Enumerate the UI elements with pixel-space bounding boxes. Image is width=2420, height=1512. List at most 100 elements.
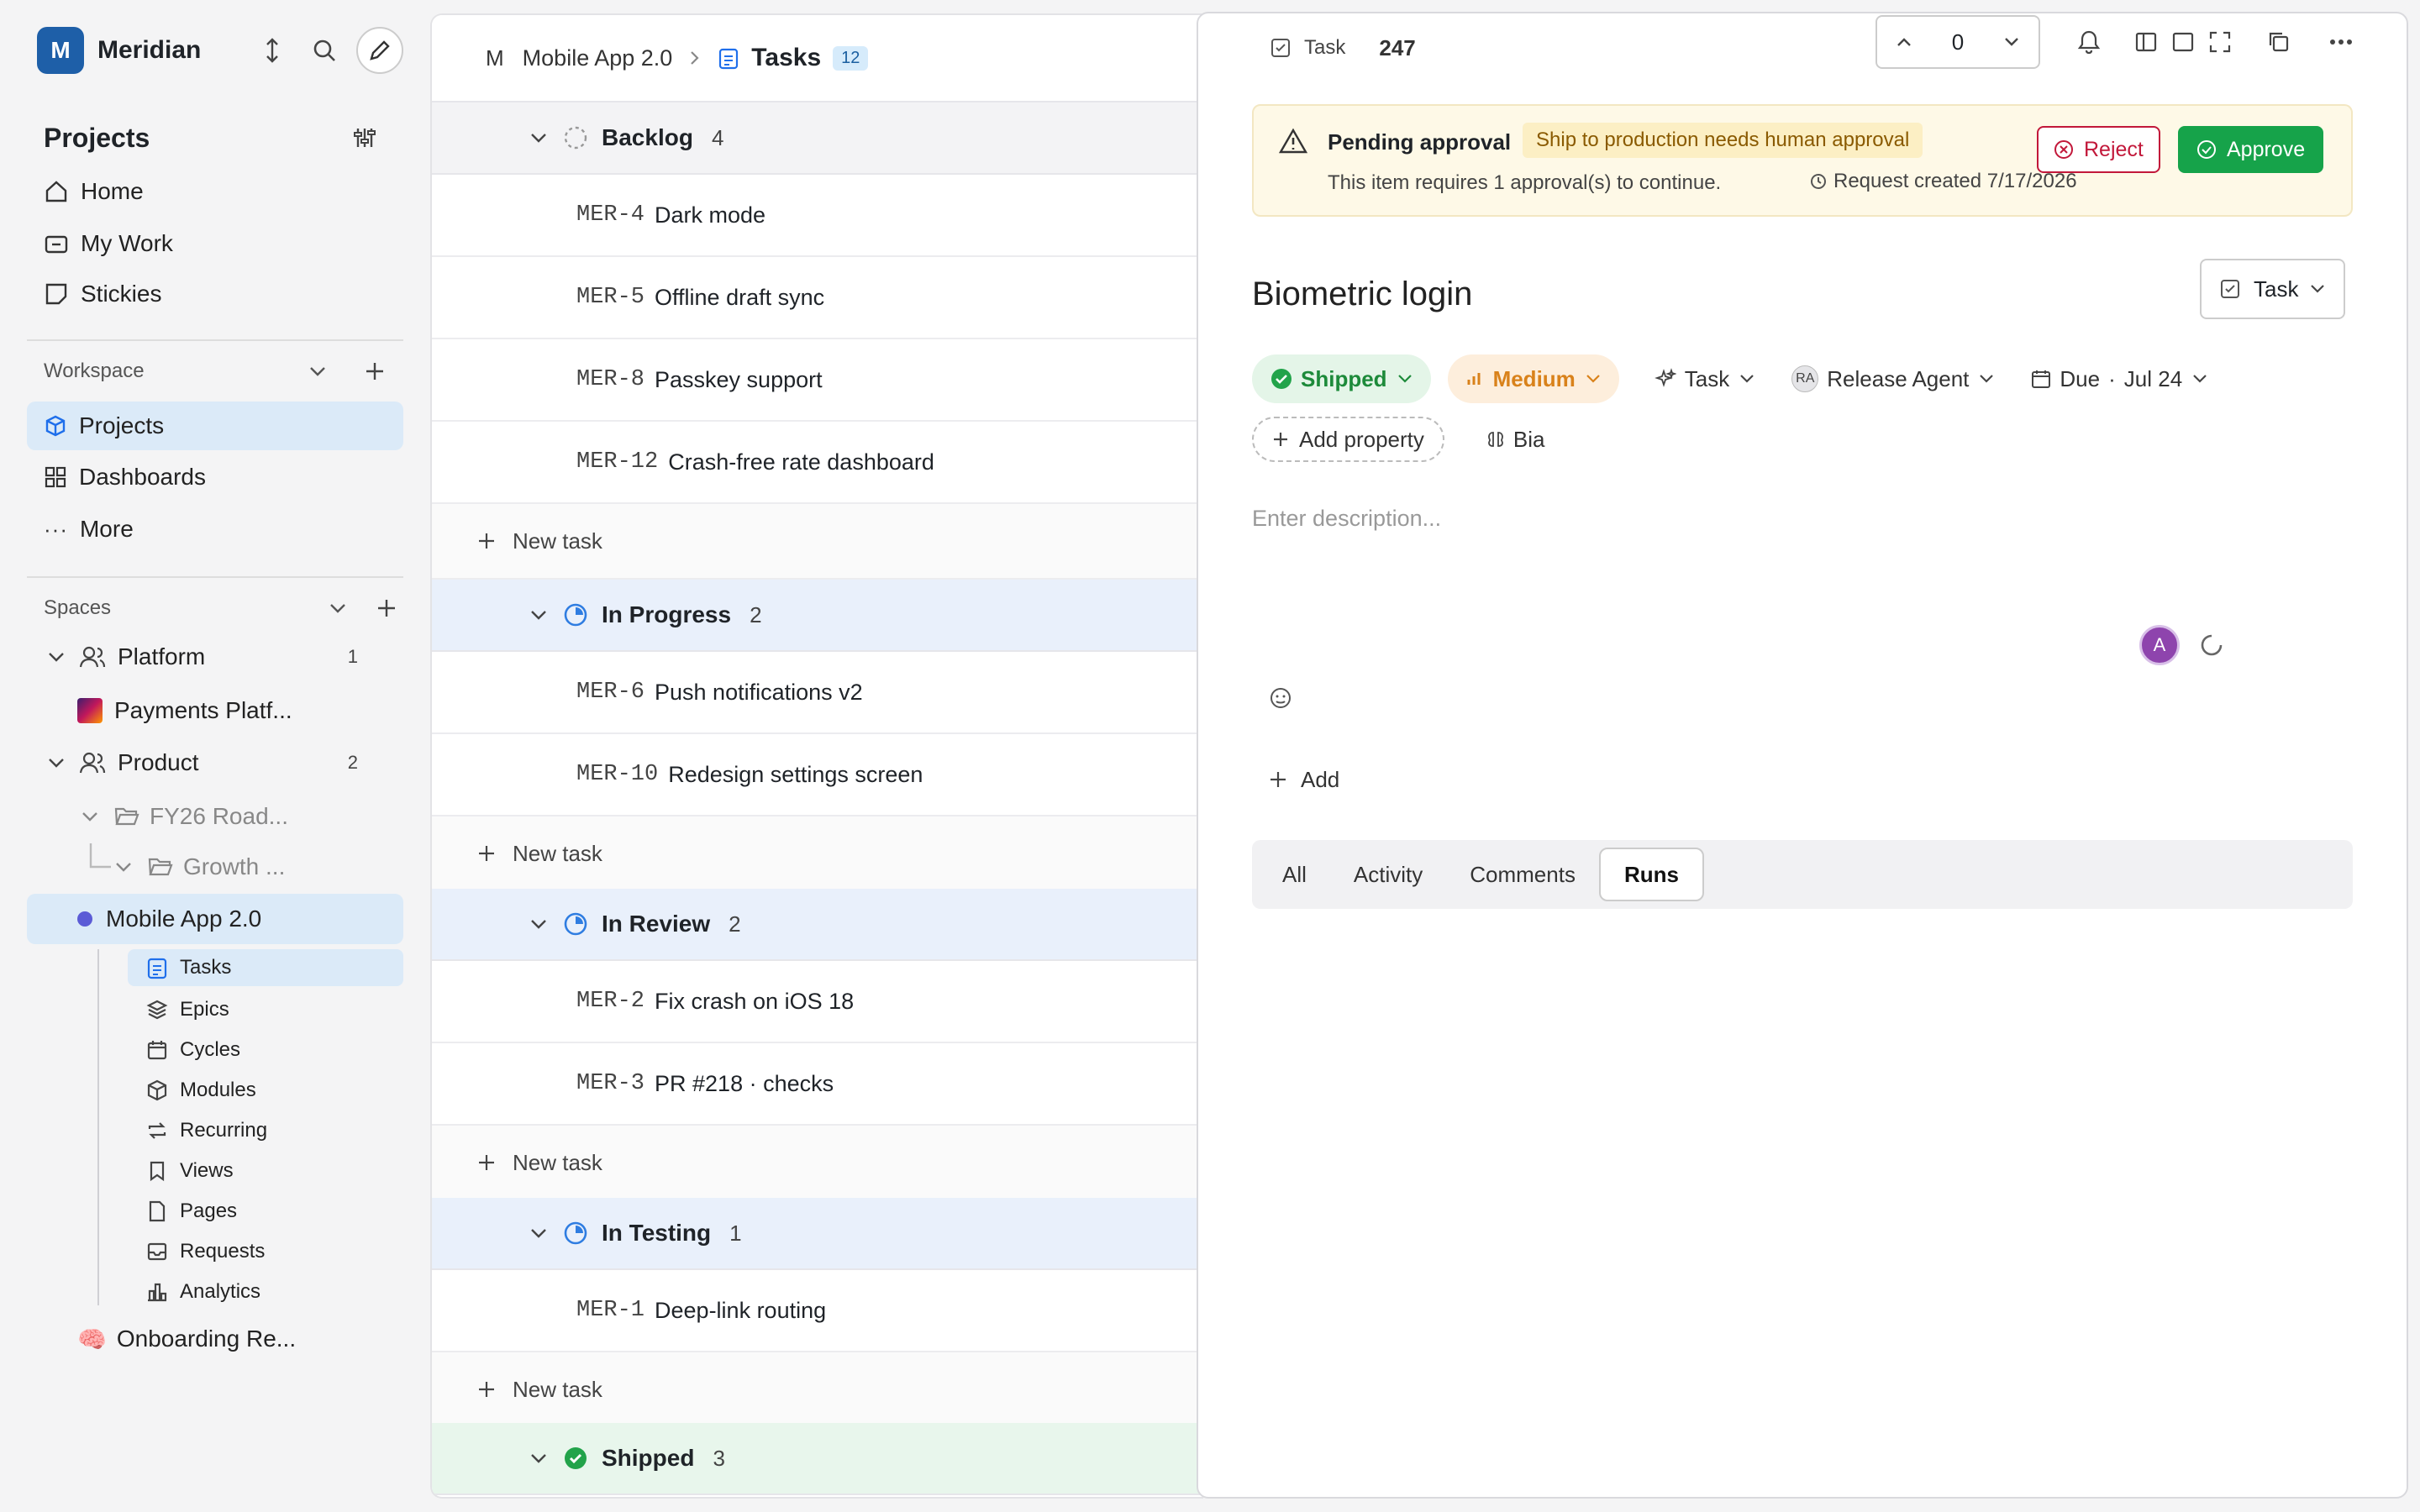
task-type-dropdown[interactable]: Task	[2200, 259, 2346, 319]
chevron-down-icon[interactable]	[326, 596, 350, 620]
add-button[interactable]: Add	[1269, 761, 1339, 798]
project-item-cycles[interactable]: Cycles	[146, 1033, 240, 1067]
chevron-down-icon[interactable]	[306, 360, 329, 383]
compose-button[interactable]	[356, 27, 403, 74]
task-id: MER-5	[576, 285, 645, 310]
more-horizontal-icon[interactable]	[2328, 29, 2354, 55]
tab-activity[interactable]: Activity	[1330, 848, 1446, 901]
backlog-status-icon	[564, 126, 587, 150]
task-row[interactable]: MER-8 Passkey support	[432, 339, 1203, 422]
workspace-item-dashboards[interactable]: Dashboards	[44, 460, 206, 494]
bell-icon[interactable]	[2075, 29, 2102, 55]
due-date-chip[interactable]: Due · Jul 24	[2012, 354, 2226, 403]
add-space-icon[interactable]	[375, 596, 398, 620]
package-icon	[147, 1079, 167, 1101]
project-item-views[interactable]: Views	[146, 1154, 234, 1188]
new-task-button[interactable]: New task	[432, 816, 1203, 892]
chevron-down-icon[interactable]	[2003, 36, 2020, 48]
nav-home-label: Home	[81, 178, 144, 204]
project-item-recurring[interactable]: Recurring	[146, 1114, 267, 1147]
status-chip[interactable]: Shipped	[1252, 354, 1431, 403]
due-label: Due	[2060, 365, 2101, 391]
briefcase-icon	[45, 235, 68, 254]
description-input[interactable]: Enter description...	[1252, 506, 1441, 532]
copy-icon[interactable]	[2265, 29, 2292, 55]
task-row[interactable]: MER-4 Dark mode	[432, 175, 1203, 257]
add-label: Add	[1301, 766, 1340, 792]
warning-triangle-icon	[1279, 128, 1307, 154]
filter-sliders-icon[interactable]	[350, 123, 380, 153]
group-header-in-review[interactable]: In Review 2	[432, 889, 1203, 961]
task-row[interactable]: MER-1 Deep-link routing	[432, 1270, 1203, 1352]
reject-button[interactable]: Reject	[2037, 126, 2160, 173]
task-title: Passkey support	[655, 366, 823, 392]
project-item-modules[interactable]: Modules	[146, 1074, 256, 1107]
group-header-in-testing[interactable]: In Testing 1	[432, 1198, 1203, 1270]
folder-growth[interactable]: Growth ...	[114, 850, 285, 884]
task-row[interactable]: MER-10 Redesign settings screen	[432, 734, 1203, 816]
chevron-up-icon[interactable]	[1896, 36, 1912, 48]
group-header-shipped[interactable]: Shipped 3	[432, 1423, 1203, 1495]
group-header-in-progress[interactable]: In Progress 2	[432, 580, 1203, 652]
new-task-button[interactable]: New task	[432, 504, 1203, 580]
sidebar: M Meridian Projects Home My Work Stickie…	[0, 0, 430, 1512]
tab-runs[interactable]: Runs	[1598, 848, 1704, 901]
task-title-heading[interactable]: Biometric login	[1252, 276, 1472, 313]
window-layout-icon[interactable]	[2170, 29, 2196, 55]
group-header-backlog[interactable]: Backlog 4	[432, 102, 1203, 175]
sort-arrows-icon[interactable]	[257, 35, 287, 66]
space-platform[interactable]: Platform 1	[47, 640, 358, 674]
collaborator-avatar[interactable]: A	[2139, 625, 2180, 665]
breadcrumb-project[interactable]: Mobile App 2.0	[523, 45, 673, 71]
page-icon	[149, 1200, 166, 1222]
space-payments-platform[interactable]: Payments Platf...	[77, 694, 292, 727]
new-task-button[interactable]: New task	[432, 1126, 1203, 1201]
chevron-down-icon	[1586, 375, 1600, 383]
chevron-down-icon	[531, 611, 546, 620]
project-item-pages[interactable]: Pages	[146, 1194, 237, 1228]
project-item-tasks[interactable]: Tasks	[128, 949, 403, 986]
nav-home[interactable]: Home	[44, 175, 144, 208]
add-workspace-item-icon[interactable]	[363, 360, 387, 383]
project-item-epics[interactable]: Epics	[146, 993, 229, 1026]
space-onboarding[interactable]: 🧠 Onboarding Re...	[77, 1322, 296, 1356]
approve-button[interactable]: Approve	[2178, 126, 2324, 173]
new-task-button[interactable]: New task	[432, 1352, 1203, 1428]
task-title: Dark mode	[655, 202, 766, 228]
workspace-item-more[interactable]: ··· More	[44, 512, 134, 546]
assignee-label: Release Agent	[1827, 365, 1970, 391]
type-chip[interactable]: Task	[1636, 354, 1773, 403]
tab-all[interactable]: All	[1259, 848, 1330, 901]
task-row[interactable]: MER-6 Push notifications v2	[432, 652, 1203, 734]
task-row[interactable]: MER-5 Offline draft sync	[432, 257, 1203, 339]
priority-chip[interactable]: Medium	[1447, 354, 1619, 403]
workspace-switcher[interactable]: M Meridian	[37, 27, 201, 74]
add-reaction-icon[interactable]	[1269, 685, 1294, 711]
plus-icon	[1270, 772, 1286, 787]
project-item-analytics[interactable]: Analytics	[146, 1275, 260, 1309]
fullscreen-icon[interactable]	[2207, 29, 2233, 55]
extra-property-label: Bia	[1512, 426, 1545, 452]
nav-stickies[interactable]: Stickies	[44, 277, 161, 311]
project-mobile-app[interactable]: Mobile App 2.0	[27, 894, 403, 944]
task-row[interactable]: MER-2 Fix crash on iOS 18	[432, 961, 1203, 1043]
nav-my-work[interactable]: My Work	[44, 227, 173, 260]
task-navigator-stepper[interactable]: 0	[1876, 15, 2040, 69]
task-row[interactable]: MER-3 PR #218 · checks	[432, 1043, 1203, 1126]
extra-property-chip[interactable]: Bia	[1486, 415, 1545, 464]
task-row[interactable]: MER-12 Crash-free rate dashboard	[432, 422, 1203, 504]
tab-comments[interactable]: Comments	[1446, 848, 1599, 901]
tree-connector	[89, 843, 111, 869]
project-item-requests[interactable]: Requests	[146, 1235, 265, 1268]
space-product[interactable]: Product 2	[47, 746, 358, 780]
assignee-chip[interactable]: RA Release Agent	[1773, 354, 2012, 403]
search-icon[interactable]	[309, 35, 339, 66]
approval-title: Pending approval	[1328, 129, 1512, 155]
sidebar-layout-icon[interactable]	[2133, 29, 2160, 55]
workspace-item-projects[interactable]: Projects	[27, 402, 403, 450]
add-property-button[interactable]: Add property	[1252, 417, 1444, 462]
workspace-avatar: M	[37, 27, 84, 74]
team-icon	[79, 646, 106, 668]
folder-fy26-roadmap[interactable]: FY26 Road...	[81, 800, 288, 833]
page-title: Tasks	[751, 44, 822, 71]
